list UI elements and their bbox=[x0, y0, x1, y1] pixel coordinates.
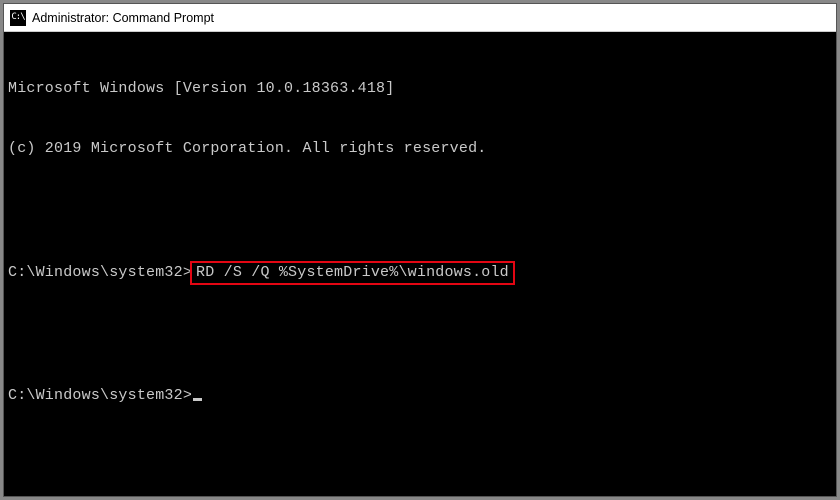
window-title: Administrator: Command Prompt bbox=[32, 11, 214, 25]
copyright-text: (c) 2019 Microsoft Corporation. All righ… bbox=[8, 139, 832, 159]
prompt-1: C:\Windows\system32> bbox=[8, 263, 192, 283]
command-prompt-window: C:\ Administrator: Command Prompt Micros… bbox=[3, 3, 837, 497]
command-line-1: C:\Windows\system32>RD /S /Q %SystemDriv… bbox=[8, 261, 832, 285]
cmd-icon: C:\ bbox=[10, 10, 26, 26]
prompt-2: C:\Windows\system32> bbox=[8, 386, 192, 406]
terminal-area[interactable]: Microsoft Windows [Version 10.0.18363.41… bbox=[4, 32, 836, 496]
blank-line bbox=[8, 200, 832, 220]
highlighted-command: RD /S /Q %SystemDrive%\windows.old bbox=[190, 261, 515, 285]
command-line-2: C:\Windows\system32> bbox=[8, 386, 832, 406]
cursor-icon bbox=[193, 398, 202, 401]
title-bar[interactable]: C:\ Administrator: Command Prompt bbox=[4, 4, 836, 32]
blank-line-2 bbox=[8, 326, 832, 346]
version-text: Microsoft Windows [Version 10.0.18363.41… bbox=[8, 79, 832, 99]
